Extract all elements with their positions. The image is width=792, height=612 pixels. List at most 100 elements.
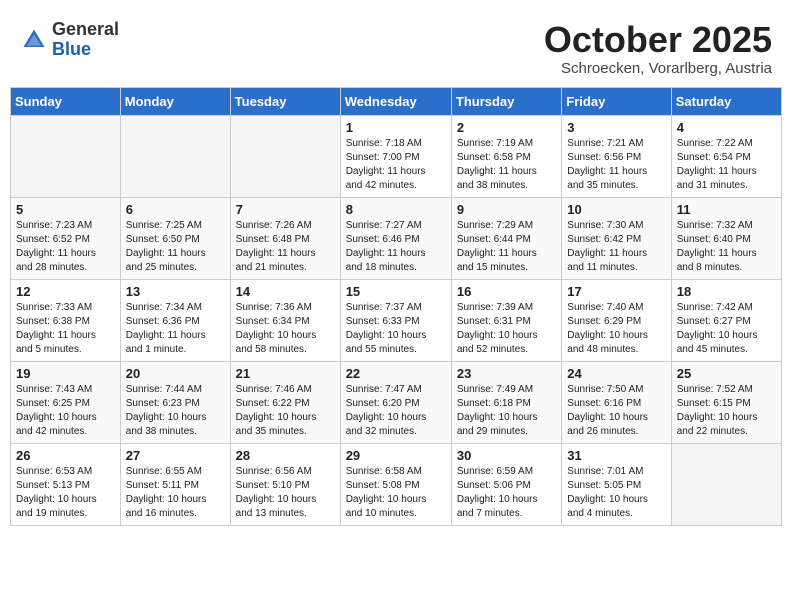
logo-icon — [20, 26, 48, 54]
calendar-day-cell — [11, 115, 121, 197]
calendar-day-cell: 12 Sunrise: 7:33 AM Sunset: 6:38 PM Dayli… — [11, 279, 121, 361]
day-number: 31 — [567, 448, 665, 463]
month-title: October 2025 — [544, 20, 772, 60]
day-info: Sunrise: 7:18 AM Sunset: 7:00 PM Dayligh… — [346, 137, 446, 193]
logo: General Blue — [20, 20, 119, 60]
calendar-day-cell: 26 Sunrise: 6:53 AM Sunset: 5:13 PM Dayli… — [11, 443, 121, 525]
calendar-day-cell: 8Sunrise: 7:27 AM Sunset: 6:46 PM Daylig… — [340, 197, 451, 279]
day-number: 11 — [677, 202, 776, 217]
calendar-day-cell: 5 Sunrise: 7:23 AM Sunset: 6:52 PM Daylig… — [11, 197, 121, 279]
calendar-week-row: 12 Sunrise: 7:33 AM Sunset: 6:38 PM Dayli… — [11, 279, 782, 361]
day-number: 16 — [457, 284, 556, 299]
calendar-day-cell: 22Sunrise: 7:47 AM Sunset: 6:20 PM Dayli… — [340, 361, 451, 443]
day-number: 15 — [346, 284, 446, 299]
calendar-week-row: 5 Sunrise: 7:23 AM Sunset: 6:52 PM Daylig… — [11, 197, 782, 279]
calendar-day-cell — [120, 115, 230, 197]
calendar-day-cell: 15 Sunrise: 7:37 AM Sunset: 6:33 PM Dayli… — [340, 279, 451, 361]
day-info: Sunrise: 7:23 AM Sunset: 6:52 PM Dayligh… — [16, 219, 115, 275]
calendar-day-cell: 3 Sunrise: 7:21 AM Sunset: 6:56 PM Daylig… — [562, 115, 671, 197]
day-number: 23 — [457, 366, 556, 381]
day-number: 13 — [126, 284, 225, 299]
calendar-header-row: SundayMondayTuesdayWednesdayThursdayFrid… — [11, 87, 782, 115]
day-info: Sunrise: 6:55 AM Sunset: 5:11 PM Dayligh… — [126, 465, 225, 521]
calendar-day-cell: 29 Sunrise: 6:58 AM Sunset: 5:08 PM Dayli… — [340, 443, 451, 525]
day-info: Sunrise: 6:58 AM Sunset: 5:08 PM Dayligh… — [346, 465, 446, 521]
calendar-day-cell: 14Sunrise: 7:36 AM Sunset: 6:34 PM Dayli… — [230, 279, 340, 361]
day-info: Sunrise: 7:25 AM Sunset: 6:50 PM Dayligh… — [126, 219, 225, 275]
day-number: 6 — [126, 202, 225, 217]
logo-blue-text: Blue — [52, 40, 119, 60]
calendar-day-cell: 9Sunrise: 7:29 AM Sunset: 6:44 PM Daylig… — [451, 197, 561, 279]
calendar-day-cell: 19Sunrise: 7:43 AM Sunset: 6:25 PM Dayli… — [11, 361, 121, 443]
calendar-day-cell: 18 Sunrise: 7:42 AM Sunset: 6:27 PM Dayli… — [671, 279, 781, 361]
day-number: 14 — [236, 284, 335, 299]
calendar-weekday-header: Wednesday — [340, 87, 451, 115]
calendar-day-cell: 10Sunrise: 7:30 AM Sunset: 6:42 PM Dayli… — [562, 197, 671, 279]
day-info: Sunrise: 7:21 AM Sunset: 6:56 PM Dayligh… — [567, 137, 665, 193]
calendar-day-cell: 27 Sunrise: 6:55 AM Sunset: 5:11 PM Dayli… — [120, 443, 230, 525]
calendar-weekday-header: Saturday — [671, 87, 781, 115]
day-number: 7 — [236, 202, 335, 217]
calendar-weekday-header: Friday — [562, 87, 671, 115]
day-info: Sunrise: 7:33 AM Sunset: 6:38 PM Dayligh… — [16, 301, 115, 357]
day-number: 21 — [236, 366, 335, 381]
calendar-table: SundayMondayTuesdayWednesdayThursdayFrid… — [10, 87, 782, 526]
day-number: 12 — [16, 284, 115, 299]
day-info: Sunrise: 7:32 AM Sunset: 6:40 PM Dayligh… — [677, 219, 776, 275]
day-number: 18 — [677, 284, 776, 299]
day-info: Sunrise: 7:37 AM Sunset: 6:33 PM Dayligh… — [346, 301, 446, 357]
day-info: Sunrise: 7:39 AM Sunset: 6:31 PM Dayligh… — [457, 301, 556, 357]
calendar-day-cell: 13 Sunrise: 7:34 AM Sunset: 6:36 PM Dayli… — [120, 279, 230, 361]
day-number: 28 — [236, 448, 335, 463]
logo-text: General Blue — [52, 20, 119, 60]
calendar-weekday-header: Monday — [120, 87, 230, 115]
calendar-day-cell: 20Sunrise: 7:44 AM Sunset: 6:23 PM Dayli… — [120, 361, 230, 443]
day-info: Sunrise: 7:49 AM Sunset: 6:18 PM Dayligh… — [457, 383, 556, 439]
day-number: 5 — [16, 202, 115, 217]
calendar-day-cell: 30Sunrise: 6:59 AM Sunset: 5:06 PM Dayli… — [451, 443, 561, 525]
day-number: 24 — [567, 366, 665, 381]
calendar-week-row: 26 Sunrise: 6:53 AM Sunset: 5:13 PM Dayli… — [11, 443, 782, 525]
calendar-day-cell — [671, 443, 781, 525]
calendar-day-cell: 31Sunrise: 7:01 AM Sunset: 5:05 PM Dayli… — [562, 443, 671, 525]
calendar-day-cell: 17Sunrise: 7:40 AM Sunset: 6:29 PM Dayli… — [562, 279, 671, 361]
day-info: Sunrise: 6:56 AM Sunset: 5:10 PM Dayligh… — [236, 465, 335, 521]
day-number: 25 — [677, 366, 776, 381]
day-number: 9 — [457, 202, 556, 217]
day-info: Sunrise: 7:22 AM Sunset: 6:54 PM Dayligh… — [677, 137, 776, 193]
calendar-week-row: 19Sunrise: 7:43 AM Sunset: 6:25 PM Dayli… — [11, 361, 782, 443]
day-number: 17 — [567, 284, 665, 299]
day-info: Sunrise: 7:19 AM Sunset: 6:58 PM Dayligh… — [457, 137, 556, 193]
calendar-day-cell: 25 Sunrise: 7:52 AM Sunset: 6:15 PM Dayli… — [671, 361, 781, 443]
calendar-day-cell: 21 Sunrise: 7:46 AM Sunset: 6:22 PM Dayli… — [230, 361, 340, 443]
day-info: Sunrise: 7:52 AM Sunset: 6:15 PM Dayligh… — [677, 383, 776, 439]
day-info: Sunrise: 6:53 AM Sunset: 5:13 PM Dayligh… — [16, 465, 115, 521]
day-info: Sunrise: 7:42 AM Sunset: 6:27 PM Dayligh… — [677, 301, 776, 357]
day-number: 29 — [346, 448, 446, 463]
day-number: 27 — [126, 448, 225, 463]
calendar-day-cell: 16 Sunrise: 7:39 AM Sunset: 6:31 PM Dayli… — [451, 279, 561, 361]
day-info: Sunrise: 7:34 AM Sunset: 6:36 PM Dayligh… — [126, 301, 225, 357]
title-section: October 2025 Schroecken, Vorarlberg, Aus… — [544, 20, 772, 77]
day-number: 10 — [567, 202, 665, 217]
location-subtitle: Schroecken, Vorarlberg, Austria — [544, 60, 772, 77]
day-number: 30 — [457, 448, 556, 463]
day-number: 20 — [126, 366, 225, 381]
calendar-day-cell: 28 Sunrise: 6:56 AM Sunset: 5:10 PM Dayli… — [230, 443, 340, 525]
day-number: 26 — [16, 448, 115, 463]
day-number: 4 — [677, 120, 776, 135]
calendar-day-cell — [230, 115, 340, 197]
calendar-day-cell: 23 Sunrise: 7:49 AM Sunset: 6:18 PM Dayli… — [451, 361, 561, 443]
calendar-day-cell: 7Sunrise: 7:26 AM Sunset: 6:48 PM Daylig… — [230, 197, 340, 279]
day-info: Sunrise: 7:47 AM Sunset: 6:20 PM Dayligh… — [346, 383, 446, 439]
calendar-weekday-header: Thursday — [451, 87, 561, 115]
calendar-weekday-header: Tuesday — [230, 87, 340, 115]
day-info: Sunrise: 7:50 AM Sunset: 6:16 PM Dayligh… — [567, 383, 665, 439]
calendar-day-cell: 4 Sunrise: 7:22 AM Sunset: 6:54 PM Daylig… — [671, 115, 781, 197]
logo-general-text: General — [52, 20, 119, 40]
day-number: 3 — [567, 120, 665, 135]
page-header: General Blue October 2025 Schroecken, Vo… — [10, 10, 782, 82]
day-info: Sunrise: 7:27 AM Sunset: 6:46 PM Dayligh… — [346, 219, 446, 275]
calendar-day-cell: 2Sunrise: 7:19 AM Sunset: 6:58 PM Daylig… — [451, 115, 561, 197]
day-info: Sunrise: 7:46 AM Sunset: 6:22 PM Dayligh… — [236, 383, 335, 439]
